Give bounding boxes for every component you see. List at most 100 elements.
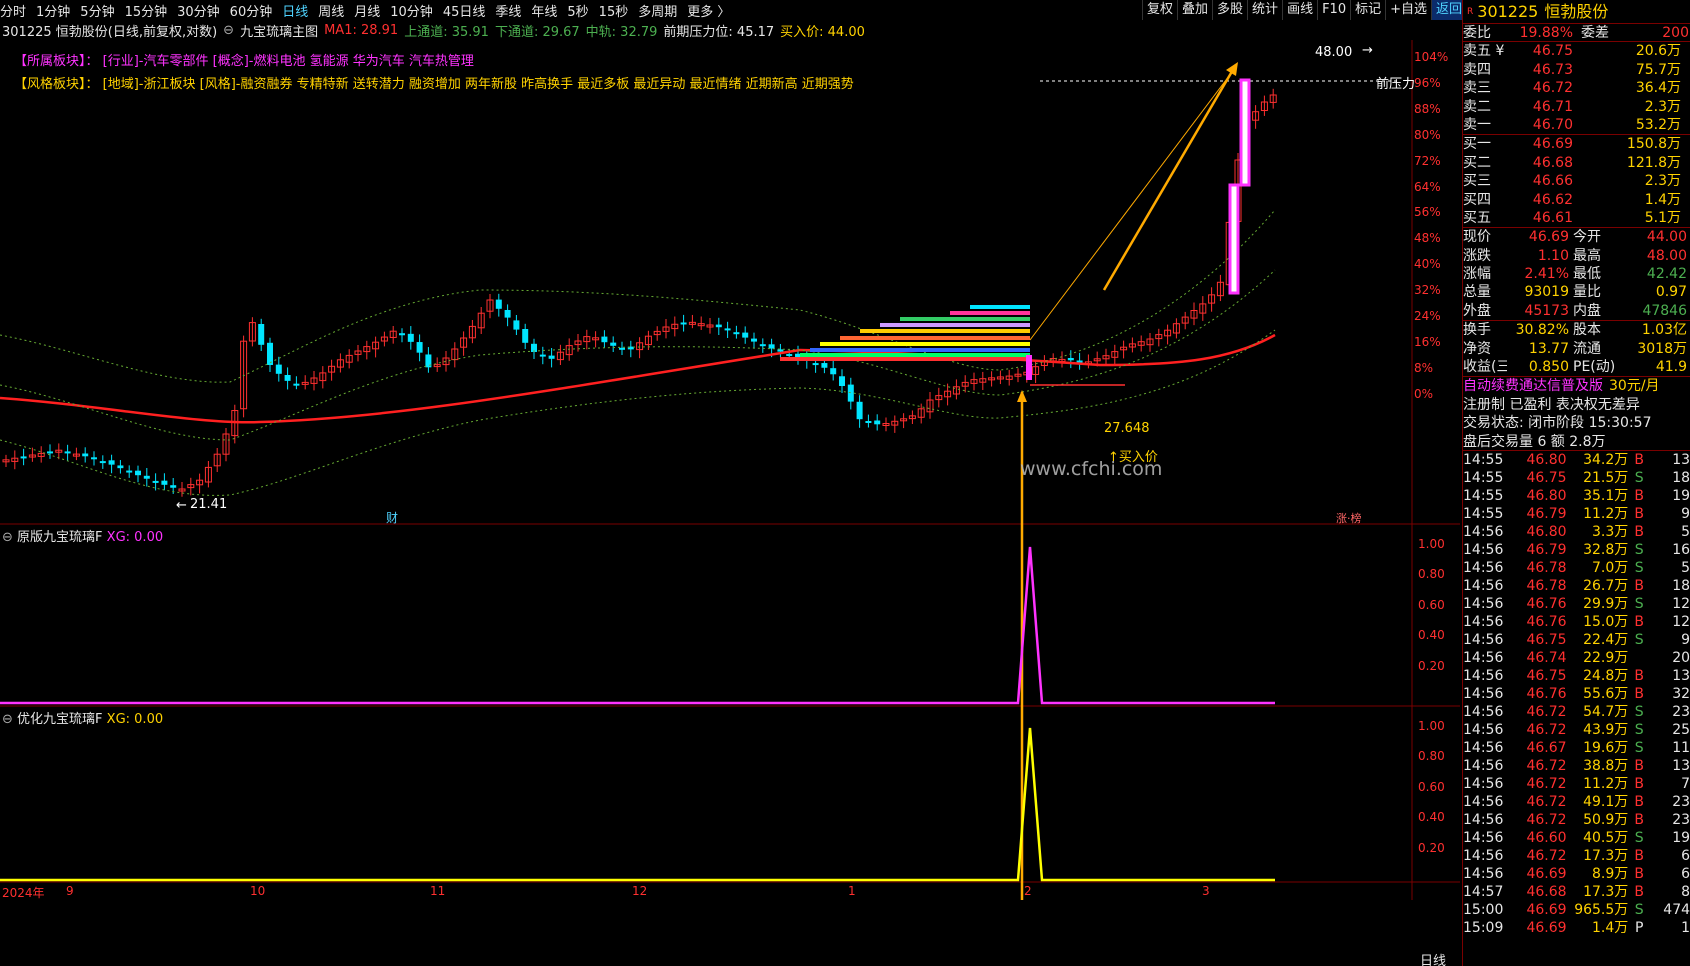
ask-row-price[interactable]: 46.75 <box>1513 42 1573 60</box>
bid-row-price[interactable]: 46.61 <box>1513 209 1573 227</box>
tick-row: 14:56 46.74 22.9万 20 <box>1463 649 1690 667</box>
tick-volume: 35.1万 <box>1583 487 1629 504</box>
tick-volume: 7.0万 <box>1592 559 1629 576</box>
bid-row-price[interactable]: 46.62 <box>1513 191 1573 209</box>
candle-body <box>108 460 115 465</box>
bid-row-price[interactable]: 46.66 <box>1513 172 1573 190</box>
sub1-title[interactable]: 原版九宝琉璃F <box>17 530 102 545</box>
candle-body <box>821 363 828 368</box>
ask-row-price[interactable]: 46.71 <box>1513 98 1573 116</box>
tick-count: 12 <box>1672 613 1690 630</box>
stat-label: 涨跌 <box>1463 247 1491 264</box>
tick-price: 46.72 <box>1526 775 1567 792</box>
tick-volume: 1.4万 <box>1592 919 1629 936</box>
tick-count: 5 <box>1681 523 1690 540</box>
tick-price: 46.72 <box>1526 793 1567 810</box>
ask-book: 卖五 ¥ 46.75 20.6万 卖四 46.73 75.7万 卖三 46.72 36.4万 卖二… <box>1463 42 1690 136</box>
tick-side: B <box>1634 775 1645 792</box>
tick-side: S <box>1634 559 1644 576</box>
bid-row-volume: 121.8万 <box>1626 154 1681 171</box>
sub2-title[interactable]: 优化九宝琉璃F <box>17 712 102 727</box>
quote-name: 恒勃股份 <box>1544 2 1609 21</box>
tick-volume: 17.3万 <box>1583 883 1629 900</box>
tick-row: 14:55 46.80 35.1万 B 19 <box>1463 487 1690 505</box>
promo-price[interactable]: 30元/月 <box>1609 377 1660 395</box>
candle-body <box>64 451 71 454</box>
financial-report-marker[interactable]: 财 <box>386 509 398 526</box>
promo-row[interactable]: 自动续费通达信普及版 30元/月 <box>1463 377 1690 395</box>
stat-row: 涨幅 2.41% 最低 42.42 <box>1463 265 1690 283</box>
tick-row: 15:09 46.69 1.4万 P 1 <box>1463 919 1690 937</box>
tick-count: 23 <box>1672 793 1690 810</box>
candle-body <box>539 354 546 357</box>
sub2-label: 0.60 <box>1418 779 1445 794</box>
tick-time: 14:56 <box>1463 649 1504 666</box>
tick-price: 46.69 <box>1526 919 1567 936</box>
candle-body <box>812 363 819 366</box>
tick-side: B <box>1634 577 1645 594</box>
tick-count: 23 <box>1672 811 1690 828</box>
stat-value: 42.42 <box>1646 266 1687 283</box>
tick-time: 14:56 <box>1463 847 1504 864</box>
sub1-label: 0.80 <box>1418 567 1445 582</box>
stat-row: 总量 93019 量比 0.97 <box>1463 283 1690 301</box>
stat-row: 外盘 45173 内盘 47846 <box>1463 302 1690 320</box>
sub1-label: 0.20 <box>1418 658 1445 673</box>
limit-list-marker[interactable]: 涨·榜 <box>1336 510 1362 526</box>
stat2-value: 3018万 <box>1637 340 1687 357</box>
tick-side: P <box>1635 919 1644 936</box>
tick-time: 14:55 <box>1463 505 1504 522</box>
bid-row-price[interactable]: 46.68 <box>1513 154 1573 172</box>
stat2-label: 股本 <box>1573 322 1601 339</box>
tick-count: 6 <box>1681 865 1690 882</box>
tick-volume: 50.9万 <box>1583 811 1629 828</box>
candle-body <box>601 336 608 343</box>
stat-value: 46.69 <box>1528 229 1569 246</box>
sub2-dropdown-icon[interactable]: ⊖ <box>2 712 13 727</box>
stat2-label: 净资 <box>1463 340 1491 357</box>
sub2-header: ⊖ 优化九宝琉璃F XG: 0.00 <box>2 708 163 727</box>
ask-row-price[interactable]: 46.70 <box>1513 116 1573 134</box>
tick-time: 14:56 <box>1463 757 1504 774</box>
tick-row: 14:56 46.72 54.7万 S 23 <box>1463 703 1690 721</box>
tick-count: 7 <box>1681 775 1690 792</box>
stat-value: 48.00 <box>1646 247 1687 264</box>
bid-row-label: 买三 <box>1463 173 1491 190</box>
tick-row: 14:56 46.60 40.5万 S 19 <box>1463 829 1690 847</box>
tick-volume: 22.9万 <box>1583 649 1629 666</box>
sub2-label: 0.40 <box>1418 810 1445 825</box>
promo-text[interactable]: 自动续费通达信普及版 <box>1463 377 1603 395</box>
tick-list: 14:55 46.80 34.2万 B 13 14:55 46.75 21.5万 S 18 14:5… <box>1463 451 1690 937</box>
tick-time: 14:56 <box>1463 793 1504 810</box>
candle-body <box>495 299 502 309</box>
webi-label: 委比 <box>1463 25 1491 41</box>
chart-canvas <box>0 40 1460 900</box>
quote-panel: R 301225 恒勃股份 委比 19.88% 委差 200 卖五 ¥ 46.75… <box>1462 0 1690 966</box>
tick-price: 46.75 <box>1526 667 1567 684</box>
tick-volume: 11.2万 <box>1583 775 1629 792</box>
quote-code: 301225 <box>1477 2 1539 21</box>
tick-side: S <box>1634 703 1644 720</box>
bid-row-price[interactable]: 46.69 <box>1513 135 1573 153</box>
stat2-value: 1.03亿 <box>1641 322 1687 339</box>
limit-up-candle <box>1228 183 1240 295</box>
candle-body <box>874 420 881 425</box>
stat-row: 涨跌 1.10 最高 48.00 <box>1463 247 1690 265</box>
ask-row-volume: 75.7万 <box>1635 61 1681 78</box>
tick-volume: 49.1万 <box>1583 793 1629 810</box>
ask-row-price[interactable]: 46.73 <box>1513 61 1573 79</box>
period-indicator[interactable]: 日线 <box>1420 950 1446 966</box>
tick-side: B <box>1634 847 1645 864</box>
candle-body <box>117 465 124 469</box>
sub1-dropdown-icon[interactable]: ⊖ <box>2 530 13 545</box>
candle-body <box>522 329 529 343</box>
ask-row-price[interactable]: 46.72 <box>1513 79 1573 97</box>
stat-label: 涨幅 <box>1463 266 1491 283</box>
candle-body <box>513 320 520 330</box>
tick-count: 16 <box>1672 541 1690 558</box>
tick-time: 14:56 <box>1463 865 1504 882</box>
stat2-value: 30.82% <box>1515 322 1569 339</box>
candle-body <box>135 470 141 476</box>
chip-bar <box>780 357 1030 361</box>
trend-line-thin <box>1029 71 1233 341</box>
